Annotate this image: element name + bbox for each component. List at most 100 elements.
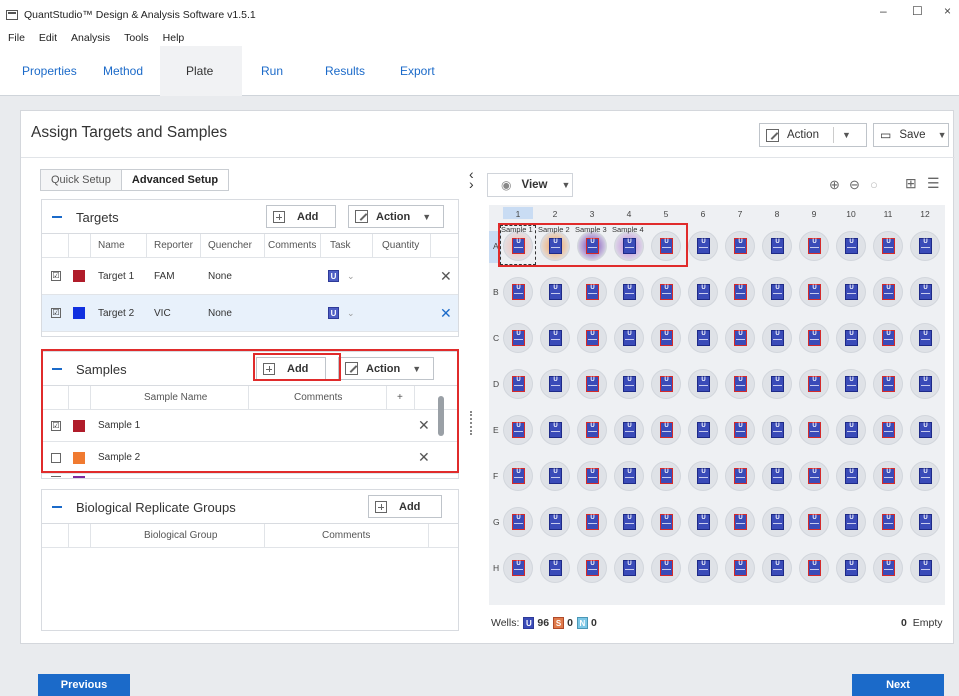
plate-well[interactable]: U [651,461,681,491]
plate-well[interactable]: U [614,277,644,307]
plate-column-header[interactable]: 4 [614,209,644,219]
plate-column-header[interactable]: 5 [651,209,681,219]
delete-target-1-icon[interactable]: ✕ [440,268,452,285]
plate-well[interactable]: U [799,231,829,261]
plate-well[interactable]: U [836,461,866,491]
view-dropdown[interactable] [487,173,573,197]
reset-zoom-icon[interactable]: ○ [870,177,878,192]
plate-well[interactable]: U [688,369,718,399]
plate-well[interactable]: U [725,415,755,445]
plate-well[interactable]: U [836,507,866,537]
sample-3-checkbox[interactable] [51,476,61,478]
plate-well[interactable]: U [873,277,903,307]
plate-well[interactable]: U [799,461,829,491]
plate-well[interactable]: U [762,323,792,353]
plate-column-header[interactable]: 8 [762,209,792,219]
plate-column-header[interactable]: 7 [725,209,755,219]
list-view-icon[interactable]: ☰ [927,175,940,192]
plate-well[interactable]: U [762,369,792,399]
plate-well[interactable]: U [651,553,681,583]
grid-view-icon[interactable]: ⊞ [905,175,917,192]
target-1-task[interactable]: U ⌄ [328,258,355,294]
plate-well[interactable]: U [799,553,829,583]
plate-well[interactable]: U [503,415,533,445]
plate-well[interactable]: U [910,461,940,491]
plate-well[interactable]: U [762,277,792,307]
table-row[interactable]: ☑ Target 2 VIC None U ⌄ ✕ [42,295,458,332]
plate-well[interactable]: U [910,277,940,307]
plate-column-header[interactable]: 3 [577,209,607,219]
plate-well[interactable]: U [725,277,755,307]
target-2-name[interactable]: Target 2 [98,295,134,331]
plate-well[interactable]: U [577,461,607,491]
add-bio-group-button[interactable]: Add [368,495,442,518]
tab-export[interactable]: Export [400,64,435,78]
menu-analysis[interactable]: Analysis [71,32,110,44]
plate-well[interactable]: U [540,507,570,537]
plate-well[interactable]: U [836,231,866,261]
target-action-button[interactable]: Action ▼ [348,205,444,228]
plate-well[interactable]: U [910,231,940,261]
plate-well[interactable]: U [577,553,607,583]
plate-well[interactable]: U [873,369,903,399]
plate-well[interactable]: U [540,415,570,445]
menu-edit[interactable]: Edit [39,32,57,44]
plate-row-header[interactable]: C [493,333,499,343]
plate-well[interactable]: U [910,507,940,537]
plate-row-header[interactable]: F [493,471,498,481]
plate-well[interactable]: U [540,277,570,307]
panel-splitter[interactable] [470,411,472,435]
page-action-button[interactable]: Action ▼ [759,123,867,147]
target-2-quencher[interactable]: None [208,295,232,331]
collapse-left-panel-icon[interactable]: ‹ › [469,167,474,191]
plate-well[interactable]: U [614,461,644,491]
plate-well[interactable]: U [762,415,792,445]
add-target-button[interactable]: Add [266,205,336,228]
plate-row-header[interactable]: D [493,379,499,389]
plate-row-header[interactable]: E [493,425,499,435]
menu-file[interactable]: File [8,32,25,44]
plate-well[interactable]: U [614,553,644,583]
plate-well[interactable]: U [725,369,755,399]
zoom-out-icon[interactable]: ⊖ [849,177,860,193]
minimize-button[interactable]: – [880,4,887,18]
plate-well[interactable]: U [688,461,718,491]
plate-well[interactable]: U [799,277,829,307]
plate-well[interactable]: U [910,369,940,399]
plate-row-header[interactable]: G [493,517,500,527]
plate-column-header[interactable]: 12 [910,209,940,219]
plate-well[interactable]: U [688,231,718,261]
tab-properties[interactable]: Properties [22,64,77,78]
maximize-button[interactable]: ☐ [912,4,923,18]
plate-well[interactable]: U [503,277,533,307]
plate-well[interactable]: U [836,415,866,445]
plate-well[interactable]: U [540,553,570,583]
target-1-color-swatch[interactable] [73,270,85,282]
target-2-reporter[interactable]: VIC [154,295,171,331]
close-button[interactable]: × [944,4,951,18]
plate-well[interactable]: U [836,323,866,353]
target-1-quencher[interactable]: None [208,258,232,294]
plate-well[interactable]: U [503,323,533,353]
plate-well[interactable]: U [910,553,940,583]
plate-well[interactable]: U [503,461,533,491]
plate-well[interactable]: U [577,369,607,399]
plate-well[interactable]: U [799,323,829,353]
plate-well[interactable]: U [836,553,866,583]
plate-well[interactable]: U [577,415,607,445]
tab-quick-setup[interactable]: Quick Setup [41,170,121,190]
plate-well[interactable]: U [688,507,718,537]
plate-well[interactable]: U [910,415,940,445]
delete-target-2-icon[interactable]: ✕ [440,305,452,322]
previous-button[interactable]: Previous [38,674,130,696]
plate-column-header[interactable]: 2 [540,209,570,219]
tab-results[interactable]: Results [325,64,365,78]
plate-column-header[interactable]: 10 [836,209,866,219]
plate-well[interactable]: U [688,415,718,445]
zoom-in-icon[interactable]: ⊕ [829,177,840,193]
plate-well[interactable]: U [651,323,681,353]
plate-well[interactable]: U [688,277,718,307]
plate-well[interactable]: U [614,415,644,445]
plate-column-header[interactable]: 1 [503,209,533,219]
plate-well[interactable]: U [577,323,607,353]
